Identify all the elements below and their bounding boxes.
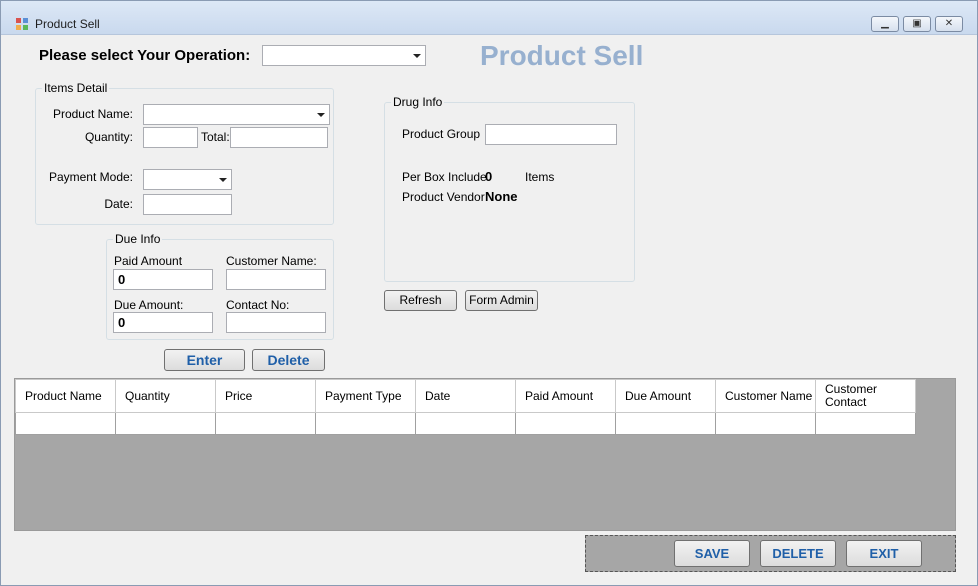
grid-column-header[interactable]: Product Name xyxy=(15,379,116,413)
page-heading: Product Sell xyxy=(480,40,644,71)
items-label: Items xyxy=(525,170,555,184)
total-label: Total: xyxy=(201,130,230,144)
minimize-button[interactable]: ▁ xyxy=(871,16,899,32)
table-cell[interactable] xyxy=(615,412,716,435)
payment-mode-select[interactable] xyxy=(143,169,232,190)
product-vendor-label: Product Vendor xyxy=(402,190,485,204)
table-cell[interactable] xyxy=(715,412,816,435)
product-name-select[interactable] xyxy=(143,104,330,125)
grid-body xyxy=(15,412,916,435)
delete-button[interactable]: Delete xyxy=(252,349,325,371)
grid-column-header[interactable]: Price xyxy=(215,379,316,413)
grid-header-row: Product Name Quantity Price Payment Type Dat… xyxy=(15,379,916,413)
grid-column-header[interactable]: Date xyxy=(415,379,516,413)
chevron-down-icon xyxy=(317,113,325,117)
table-cell[interactable] xyxy=(515,412,616,435)
per-box-label: Per Box Include xyxy=(402,170,487,184)
table-row[interactable] xyxy=(15,412,916,435)
total-input[interactable] xyxy=(230,127,328,148)
close-button[interactable]: ✕ xyxy=(935,16,963,32)
date-input[interactable] xyxy=(143,194,232,215)
date-label: Date: xyxy=(104,197,133,211)
table-cell[interactable] xyxy=(15,412,116,435)
form-client-area: Please select Your Operation: Product Se… xyxy=(5,36,973,582)
paid-amount-label: Paid Amount xyxy=(114,254,183,268)
per-box-value: 0 xyxy=(485,169,493,184)
sales-data-grid[interactable]: Product Name Quantity Price Payment Type Dat… xyxy=(14,378,956,531)
action-buttons-panel: SAVE DELETE EXIT xyxy=(585,535,956,572)
window-title: Product Sell xyxy=(35,17,100,31)
enter-button[interactable]: Enter xyxy=(164,349,245,371)
table-cell[interactable] xyxy=(815,412,916,435)
product-group-input[interactable] xyxy=(485,124,617,145)
sales-grid-table: Product Name Quantity Price Payment Type Dat… xyxy=(15,379,916,435)
grid-column-header[interactable]: Customer Name xyxy=(715,379,816,413)
table-cell[interactable] xyxy=(115,412,216,435)
due-info-legend: Due Info xyxy=(113,232,163,246)
due-amount-label: Due Amount: xyxy=(114,298,184,312)
minimize-icon: ▁ xyxy=(881,18,889,29)
product-name-label: Product Name: xyxy=(52,107,133,121)
table-cell[interactable] xyxy=(315,412,416,435)
form-admin-button[interactable]: Form Admin xyxy=(465,290,538,311)
grid-column-header[interactable]: Payment Type xyxy=(315,379,416,413)
delete-record-button[interactable]: DELETE xyxy=(760,540,836,567)
payment-mode-label: Payment Mode: xyxy=(48,170,133,184)
customer-name-label: Customer Name: xyxy=(226,254,317,268)
chevron-down-icon xyxy=(219,178,227,182)
contact-no-input[interactable] xyxy=(226,312,326,333)
exit-button[interactable]: EXIT xyxy=(846,540,922,567)
quantity-input[interactable] xyxy=(143,127,198,148)
close-icon: ✕ xyxy=(944,18,954,29)
grid-column-header[interactable]: Quantity xyxy=(115,379,216,413)
grid-column-header[interactable]: Customer Contact xyxy=(815,379,916,413)
table-cell[interactable] xyxy=(415,412,516,435)
grid-column-header[interactable]: Paid Amount xyxy=(515,379,616,413)
customer-name-input[interactable] xyxy=(226,269,326,290)
quantity-label: Quantity: xyxy=(84,130,133,144)
contact-no-label: Contact No: xyxy=(226,298,290,312)
operation-label: Please select Your Operation: xyxy=(39,47,251,64)
refresh-button[interactable]: Refresh xyxy=(384,290,457,311)
save-button[interactable]: SAVE xyxy=(674,540,750,567)
drug-info-legend: Drug Info xyxy=(391,95,445,109)
product-group-label: Product Group xyxy=(402,127,481,141)
maximize-button[interactable]: ▣ xyxy=(903,16,931,32)
product-sell-window: Product Sell ▁ ▣ ✕ Please select Your Op… xyxy=(0,0,978,586)
paid-amount-input[interactable]: 0 xyxy=(113,269,213,290)
product-vendor-value: None xyxy=(485,189,518,204)
due-amount-input[interactable]: 0 xyxy=(113,312,213,333)
table-cell[interactable] xyxy=(215,412,316,435)
grid-column-header[interactable]: Due Amount xyxy=(615,379,716,413)
items-detail-legend: Items Detail xyxy=(42,81,110,95)
app-icon xyxy=(16,18,28,30)
title-bar[interactable]: Product Sell ▁ ▣ ✕ xyxy=(1,1,977,35)
restore-icon: ▣ xyxy=(912,18,922,29)
operation-select[interactable] xyxy=(262,45,426,66)
chevron-down-icon xyxy=(413,54,421,58)
